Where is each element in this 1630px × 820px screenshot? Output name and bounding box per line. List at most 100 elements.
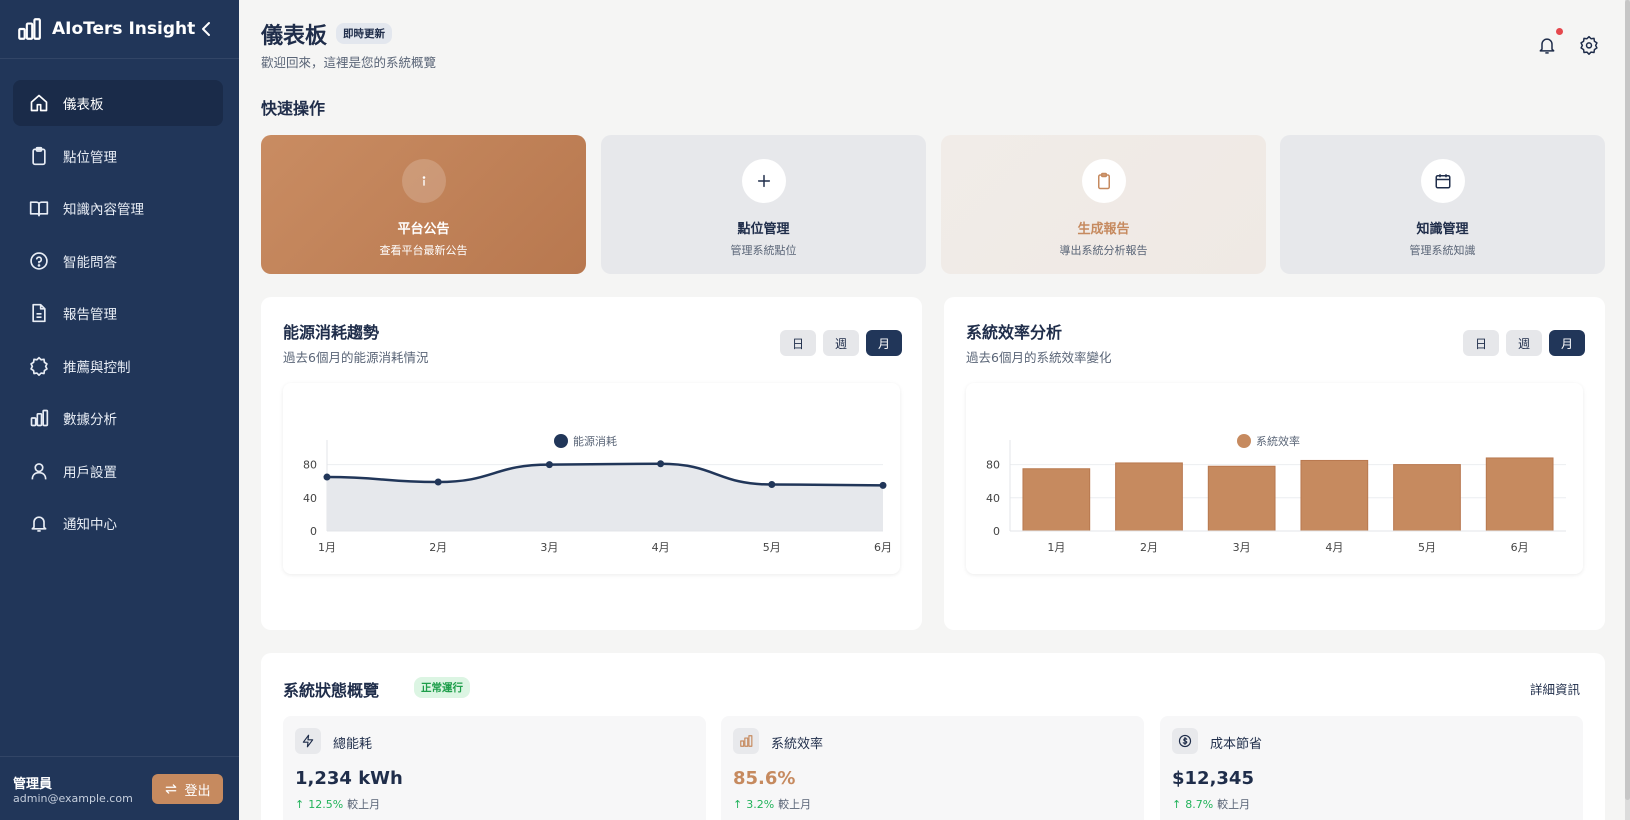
x-tick-label: 3月 <box>1233 541 1251 554</box>
sidebar-item-knowledge[interactable]: 知識內容管理 <box>13 185 223 231</box>
collapse-sidebar-button[interactable] <box>196 18 216 40</box>
sidebar-item-label: 報告管理 <box>63 307 117 323</box>
scrollbar-thumb[interactable] <box>1625 0 1630 800</box>
brand[interactable]: AIoTers Insight <box>16 16 195 42</box>
legend-label: 系統效率 <box>1256 434 1300 448</box>
metric-compare: 較上月 <box>347 798 381 811</box>
sidebar-item-label: 數據分析 <box>63 412 117 428</box>
sidebar-item-points[interactable]: 點位管理 <box>13 133 223 179</box>
period-month-button[interactable]: 月 <box>1549 330 1585 356</box>
metric-value: 1,234 kWh <box>295 768 403 789</box>
quick-action-generate-report[interactable]: 生成報告 導出系統分析報告 <box>941 135 1266 274</box>
clipboard-icon <box>1081 159 1126 203</box>
sidebar-item-dashboard[interactable]: 儀表板 <box>13 80 223 126</box>
data-point <box>323 473 331 481</box>
metric-compare: 較上月 <box>778 798 812 811</box>
chart-subtitle: 過去6個月的系統效率變化 <box>966 350 1112 365</box>
sidebar-item-qa[interactable]: 智能問答 <box>13 238 223 284</box>
quick-action-title: 平台公告 <box>397 222 450 237</box>
home-icon <box>30 94 48 112</box>
divider <box>0 58 239 59</box>
x-tick-label: 2月 <box>429 541 447 554</box>
sidebar-item-label: 智能問答 <box>63 254 117 271</box>
notification-bell-icon[interactable] <box>1537 35 1557 55</box>
bar <box>1393 464 1461 532</box>
period-day-button[interactable]: 日 <box>780 330 816 356</box>
data-point <box>434 478 442 486</box>
efficiency-chart: 系統效率 0 40 80 1月 2月 3月 4月 5月 6月 <box>966 383 1583 574</box>
x-tick-label: 2月 <box>1140 541 1158 554</box>
x-tick-label: 1月 <box>1047 541 1065 554</box>
sidebar: AIoTers Insight 儀表板 點位管理 知識內容管理 智能問答 報告管… <box>0 0 239 820</box>
sidebar-item-user-settings[interactable]: 用戶設置 <box>13 448 223 494</box>
sidebar-item-control[interactable]: 推薦與控制 <box>13 343 223 389</box>
quick-action-points[interactable]: 點位管理 管理系統點位 <box>601 135 926 274</box>
quick-action-knowledge[interactable]: 知識管理 管理系統知識 <box>1280 135 1605 274</box>
page-subtitle: 歡迎回來，這裡是您的系統概覽 <box>261 55 437 70</box>
legend-swatch <box>1237 434 1251 448</box>
legend-swatch <box>554 434 568 448</box>
y-tick-label: 40 <box>986 492 1000 505</box>
period-month-button[interactable]: 月 <box>866 330 902 356</box>
area-fill <box>327 463 883 531</box>
info-icon <box>401 159 446 203</box>
plus-icon <box>741 159 786 203</box>
quick-action-title: 點位管理 <box>737 222 790 237</box>
logo-icon <box>18 18 41 40</box>
quick-action-title: 生成報告 <box>1077 222 1130 237</box>
calendar-icon <box>1420 159 1465 203</box>
arrow-up-icon: ↑ <box>733 797 743 811</box>
bar-chart-icon <box>733 728 759 754</box>
detail-link[interactable]: 詳細資訊 <box>1530 679 1580 698</box>
settings-gear-icon[interactable] <box>1579 35 1599 55</box>
metric-label: 成本節省 <box>1210 737 1263 752</box>
data-point <box>879 481 887 489</box>
metric-change: ↑ 8.7% 較上月 <box>1172 796 1250 812</box>
quick-action-desc: 查看平台最新公告 <box>379 244 468 257</box>
metric-label: 系統效率 <box>771 737 824 752</box>
period-week-button[interactable]: 週 <box>823 330 859 356</box>
x-tick-label: 5月 <box>763 541 781 554</box>
sidebar-item-notifications[interactable]: 通知中心 <box>13 500 223 546</box>
chevron-left-icon <box>202 22 210 36</box>
sidebar-item-label: 知識內容管理 <box>63 202 144 218</box>
period-day-button[interactable]: 日 <box>1463 330 1499 356</box>
status-overview-card: 系統狀態概覽 正常運行 詳細資訊 總能耗 1,234 kWh ↑ 12.5% 較… <box>261 653 1605 820</box>
quick-action-announcements[interactable]: 平台公告 查看平台最新公告 <box>261 135 586 274</box>
x-tick-label: 4月 <box>652 541 670 554</box>
page-title: 儀表板 <box>261 24 328 49</box>
metric-total-energy: 總能耗 1,234 kWh ↑ 12.5% 較上月 <box>283 716 706 820</box>
dollar-icon <box>1172 728 1198 754</box>
sidebar-item-analytics[interactable]: 數據分析 <box>13 395 223 441</box>
status-badge: 正常運行 <box>414 677 470 698</box>
legend-label: 能源消耗 <box>573 434 617 448</box>
y-tick-label: 80 <box>986 459 1000 472</box>
metric-label: 總能耗 <box>333 737 373 752</box>
metric-value: 85.6% <box>733 768 796 789</box>
live-badge: 即時更新 <box>336 23 392 44</box>
y-tick-label: 80 <box>303 459 317 472</box>
period-week-button[interactable]: 週 <box>1506 330 1542 356</box>
energy-line-chart: 能源消耗 0 40 80 1月 2月 3月 4月 5月 6月 <box>303 434 892 554</box>
clipboard-icon <box>32 146 46 165</box>
status-title: 系統狀態概覽 <box>283 681 380 700</box>
bell-icon <box>31 516 47 532</box>
energy-chart-card: 能源消耗趨勢 過去6個月的能源消耗情況 日 週 月 能源消耗 0 40 80 1月 2月 3… <box>261 297 922 630</box>
metric-change-value: 12.5% <box>308 797 344 811</box>
app-name: AIoTers Insight <box>52 19 196 39</box>
bar <box>1207 465 1276 532</box>
quick-actions-title: 快速操作 <box>261 99 326 118</box>
arrow-up-icon: ↑ <box>1172 797 1182 811</box>
data-point <box>768 481 776 489</box>
file-text-icon <box>32 303 46 323</box>
x-tick-label: 5月 <box>1418 541 1436 554</box>
sidebar-item-label: 推薦與控制 <box>63 359 131 376</box>
sidebar-item-label: 點位管理 <box>63 149 117 166</box>
x-tick-label: 3月 <box>540 541 558 554</box>
main-content: 儀表板 即時更新 歡迎回來，這裡是您的系統概覽 快速操作 平台公告 查看平台最新… <box>239 0 1630 820</box>
metric-change: ↑ 3.2% 較上月 <box>733 796 811 812</box>
quick-action-desc: 管理系統點位 <box>730 244 797 257</box>
metric-change-value: 8.7% <box>1185 797 1214 811</box>
logout-button[interactable]: 登出 <box>152 774 223 804</box>
sidebar-item-reports[interactable]: 報告管理 <box>13 290 223 336</box>
